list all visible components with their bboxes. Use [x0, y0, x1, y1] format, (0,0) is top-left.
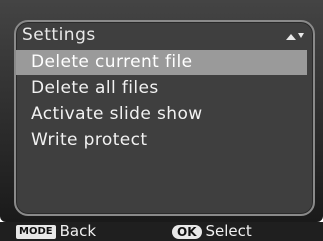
menu-title: Settings — [22, 25, 96, 45]
mode-key-icon: MODE — [16, 224, 56, 239]
ok-key-icon: OK — [172, 224, 202, 239]
back-label: Back — [59, 222, 97, 240]
menu-item-delete-all-files[interactable]: Delete all files — [16, 76, 307, 101]
select-label: Select — [205, 222, 252, 240]
menu-item-delete-current-file[interactable]: Delete current file — [16, 50, 307, 75]
camera-screen: Settings Delete current file Delete all … — [0, 0, 323, 241]
scroll-up-down-icon[interactable] — [285, 31, 305, 41]
select-hint[interactable]: OK Select — [172, 222, 252, 241]
menu-item-activate-slide-show[interactable]: Activate slide show — [16, 102, 307, 127]
back-hint[interactable]: MODE Back — [16, 222, 96, 241]
menu-item-write-protect[interactable]: Write protect — [16, 128, 307, 153]
